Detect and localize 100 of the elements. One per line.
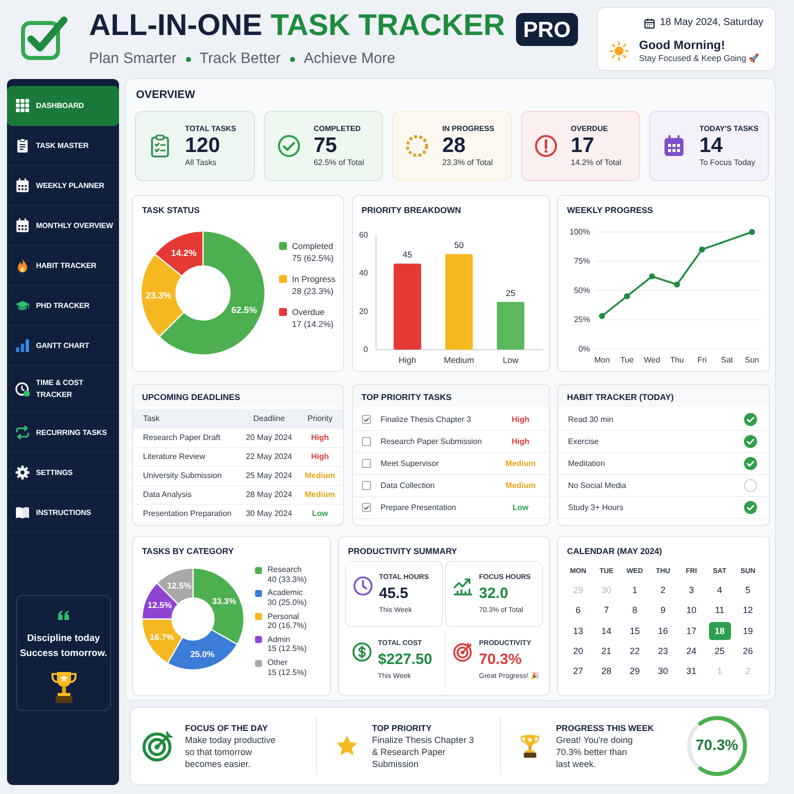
- calendar-day[interactable]: 6: [567, 601, 590, 620]
- tile-value: 45.5: [379, 584, 410, 604]
- calendar-day[interactable]: 27: [567, 662, 590, 680]
- table-cell-text: Literature Review: [143, 452, 206, 462]
- legend-value: 15 (12.5%): [268, 668, 307, 678]
- calendar-day[interactable]: 22: [624, 642, 646, 660]
- greeting-text: Good Morning!: [639, 38, 726, 52]
- calendar-day[interactable]: 8: [624, 601, 646, 620]
- slice-label: 33.3%: [212, 595, 236, 606]
- slice-label: 14.2%: [171, 248, 197, 258]
- priority-label: Medium: [304, 490, 336, 500]
- habit-name: Meditation: [568, 458, 606, 468]
- table-cell-text: 30 May 2024: [244, 509, 294, 519]
- legend-label: Other: [268, 658, 289, 668]
- calendar-day[interactable]: 9: [652, 601, 674, 620]
- date-text: 18 May 2024, Saturday: [660, 16, 764, 30]
- section-title: FOCUS OF THE DAY: [185, 722, 269, 734]
- stat-note: All Tasks: [185, 158, 218, 168]
- data-point: [699, 246, 705, 253]
- checkbox[interactable]: [362, 481, 370, 490]
- section-title: PROGRESS THIS WEEK: [556, 722, 654, 734]
- repeat-icon: [15, 425, 30, 440]
- card-title: HABIT TRACKER (TODAY): [558, 385, 769, 407]
- stat-note: 14.2% of Total: [570, 158, 622, 168]
- slice-label: 12.5%: [148, 600, 172, 610]
- checkbox[interactable]: [362, 415, 370, 424]
- calendar-day[interactable]: 10: [680, 601, 702, 620]
- calendar-day[interactable]: 25: [708, 642, 731, 660]
- legend-value: 30 (25.0%): [268, 598, 307, 608]
- card-title: UPCOMING DEADLINES: [133, 385, 343, 407]
- legend-value: 28 (23.3%): [292, 285, 335, 297]
- axis-label: Mon: [594, 356, 610, 364]
- axis-label: 0%: [578, 344, 590, 354]
- calendar-day[interactable]: 5: [736, 581, 759, 600]
- legend-value: 15 (12.5%): [268, 644, 307, 654]
- calendar-day[interactable]: 15: [624, 622, 646, 640]
- axis-label: 75%: [574, 256, 590, 266]
- bar-value-label: 45: [402, 250, 412, 260]
- axis-label: Sun: [744, 356, 760, 364]
- calendar-day[interactable]: 4: [708, 581, 731, 600]
- calendar-day[interactable]: 19: [736, 622, 759, 640]
- legend-label: Admin: [268, 634, 292, 644]
- section-title: TOP PRIORITY: [372, 722, 433, 734]
- calendar-day[interactable]: 7: [595, 601, 618, 620]
- flame-icon: [15, 258, 30, 273]
- calendar-day[interactable]: 31: [680, 662, 702, 680]
- axis-label: Sat: [721, 356, 733, 364]
- app-title: ALL-IN-ONE TASK TRACKER: [89, 9, 506, 43]
- table-cell-text: 25 May 2024: [244, 471, 294, 481]
- calendar-day[interactable]: 30: [652, 662, 674, 680]
- quote-icon: [57, 610, 70, 620]
- priority-label: Medium: [504, 458, 537, 468]
- calendar-day[interactable]: 1: [624, 581, 646, 600]
- calendar-day[interactable]: 3: [680, 581, 702, 600]
- tile-value: 32.0: [479, 584, 510, 604]
- pro-badge: PRO: [516, 13, 578, 46]
- task-text: Finalize Thesis Chapter 3: [380, 414, 472, 424]
- calendar-day[interactable]: 16: [652, 622, 674, 640]
- legend-value: 20 (16.7%): [268, 621, 307, 631]
- table-cell-text: Data Analysis: [143, 490, 192, 500]
- calendar-icon: [15, 178, 30, 193]
- card-title: PRIORITY BREAKDOWN: [360, 204, 462, 217]
- calendar-day[interactable]: 20: [567, 642, 590, 660]
- calendar-day[interactable]: 14: [595, 622, 618, 640]
- legend-value: 40 (33.3%): [268, 574, 307, 584]
- calendar-day[interactable]: 17: [680, 622, 702, 640]
- clock-icon: [15, 382, 30, 396]
- axis-label: Thu: [670, 356, 684, 364]
- card-title: TASK STATUS: [141, 204, 201, 217]
- data-point: [624, 293, 630, 300]
- calendar-day[interactable]: 21: [595, 642, 618, 660]
- stat-value: 17: [570, 134, 596, 158]
- slice-label: 23.3%: [146, 290, 172, 300]
- section-title: OVERVIEW: [135, 88, 196, 102]
- data-point: [674, 282, 680, 288]
- bullet-icon: [186, 56, 191, 62]
- card-title: TOP PRIORITY TASKS: [352, 385, 548, 407]
- legend-value: 75 (62.5%): [292, 252, 334, 264]
- habit-name: Read 30 min: [568, 414, 614, 424]
- priority-label: High: [310, 433, 330, 443]
- calendar-day[interactable]: 24: [680, 642, 702, 660]
- priority-label: Low: [311, 509, 329, 519]
- calendar-day[interactable]: 28: [595, 662, 618, 680]
- legend-label: In Progress: [292, 273, 336, 285]
- calendar-day[interactable]: 13: [567, 622, 590, 640]
- tile-value: $227.50: [378, 650, 432, 670]
- graduation-cap-icon: [15, 298, 30, 313]
- calendar-day[interactable]: 23: [652, 642, 674, 660]
- calendar-day[interactable]: 11: [708, 601, 731, 620]
- card-title: CALENDAR (MAY 2024): [566, 545, 663, 558]
- calendar-day[interactable]: 29: [624, 662, 646, 680]
- calendar-day[interactable]: 2: [652, 581, 674, 600]
- calendar-day[interactable]: 26: [736, 642, 759, 660]
- checkbox[interactable]: [362, 503, 370, 512]
- slice-label: 62.5%: [231, 305, 257, 316]
- checkbox[interactable]: [362, 459, 370, 468]
- task-text: Prepare Presentation: [380, 502, 458, 512]
- checkbox[interactable]: [362, 437, 370, 446]
- table-cell-text: Research Paper Draft: [143, 433, 222, 443]
- calendar-day[interactable]: 12: [736, 601, 759, 620]
